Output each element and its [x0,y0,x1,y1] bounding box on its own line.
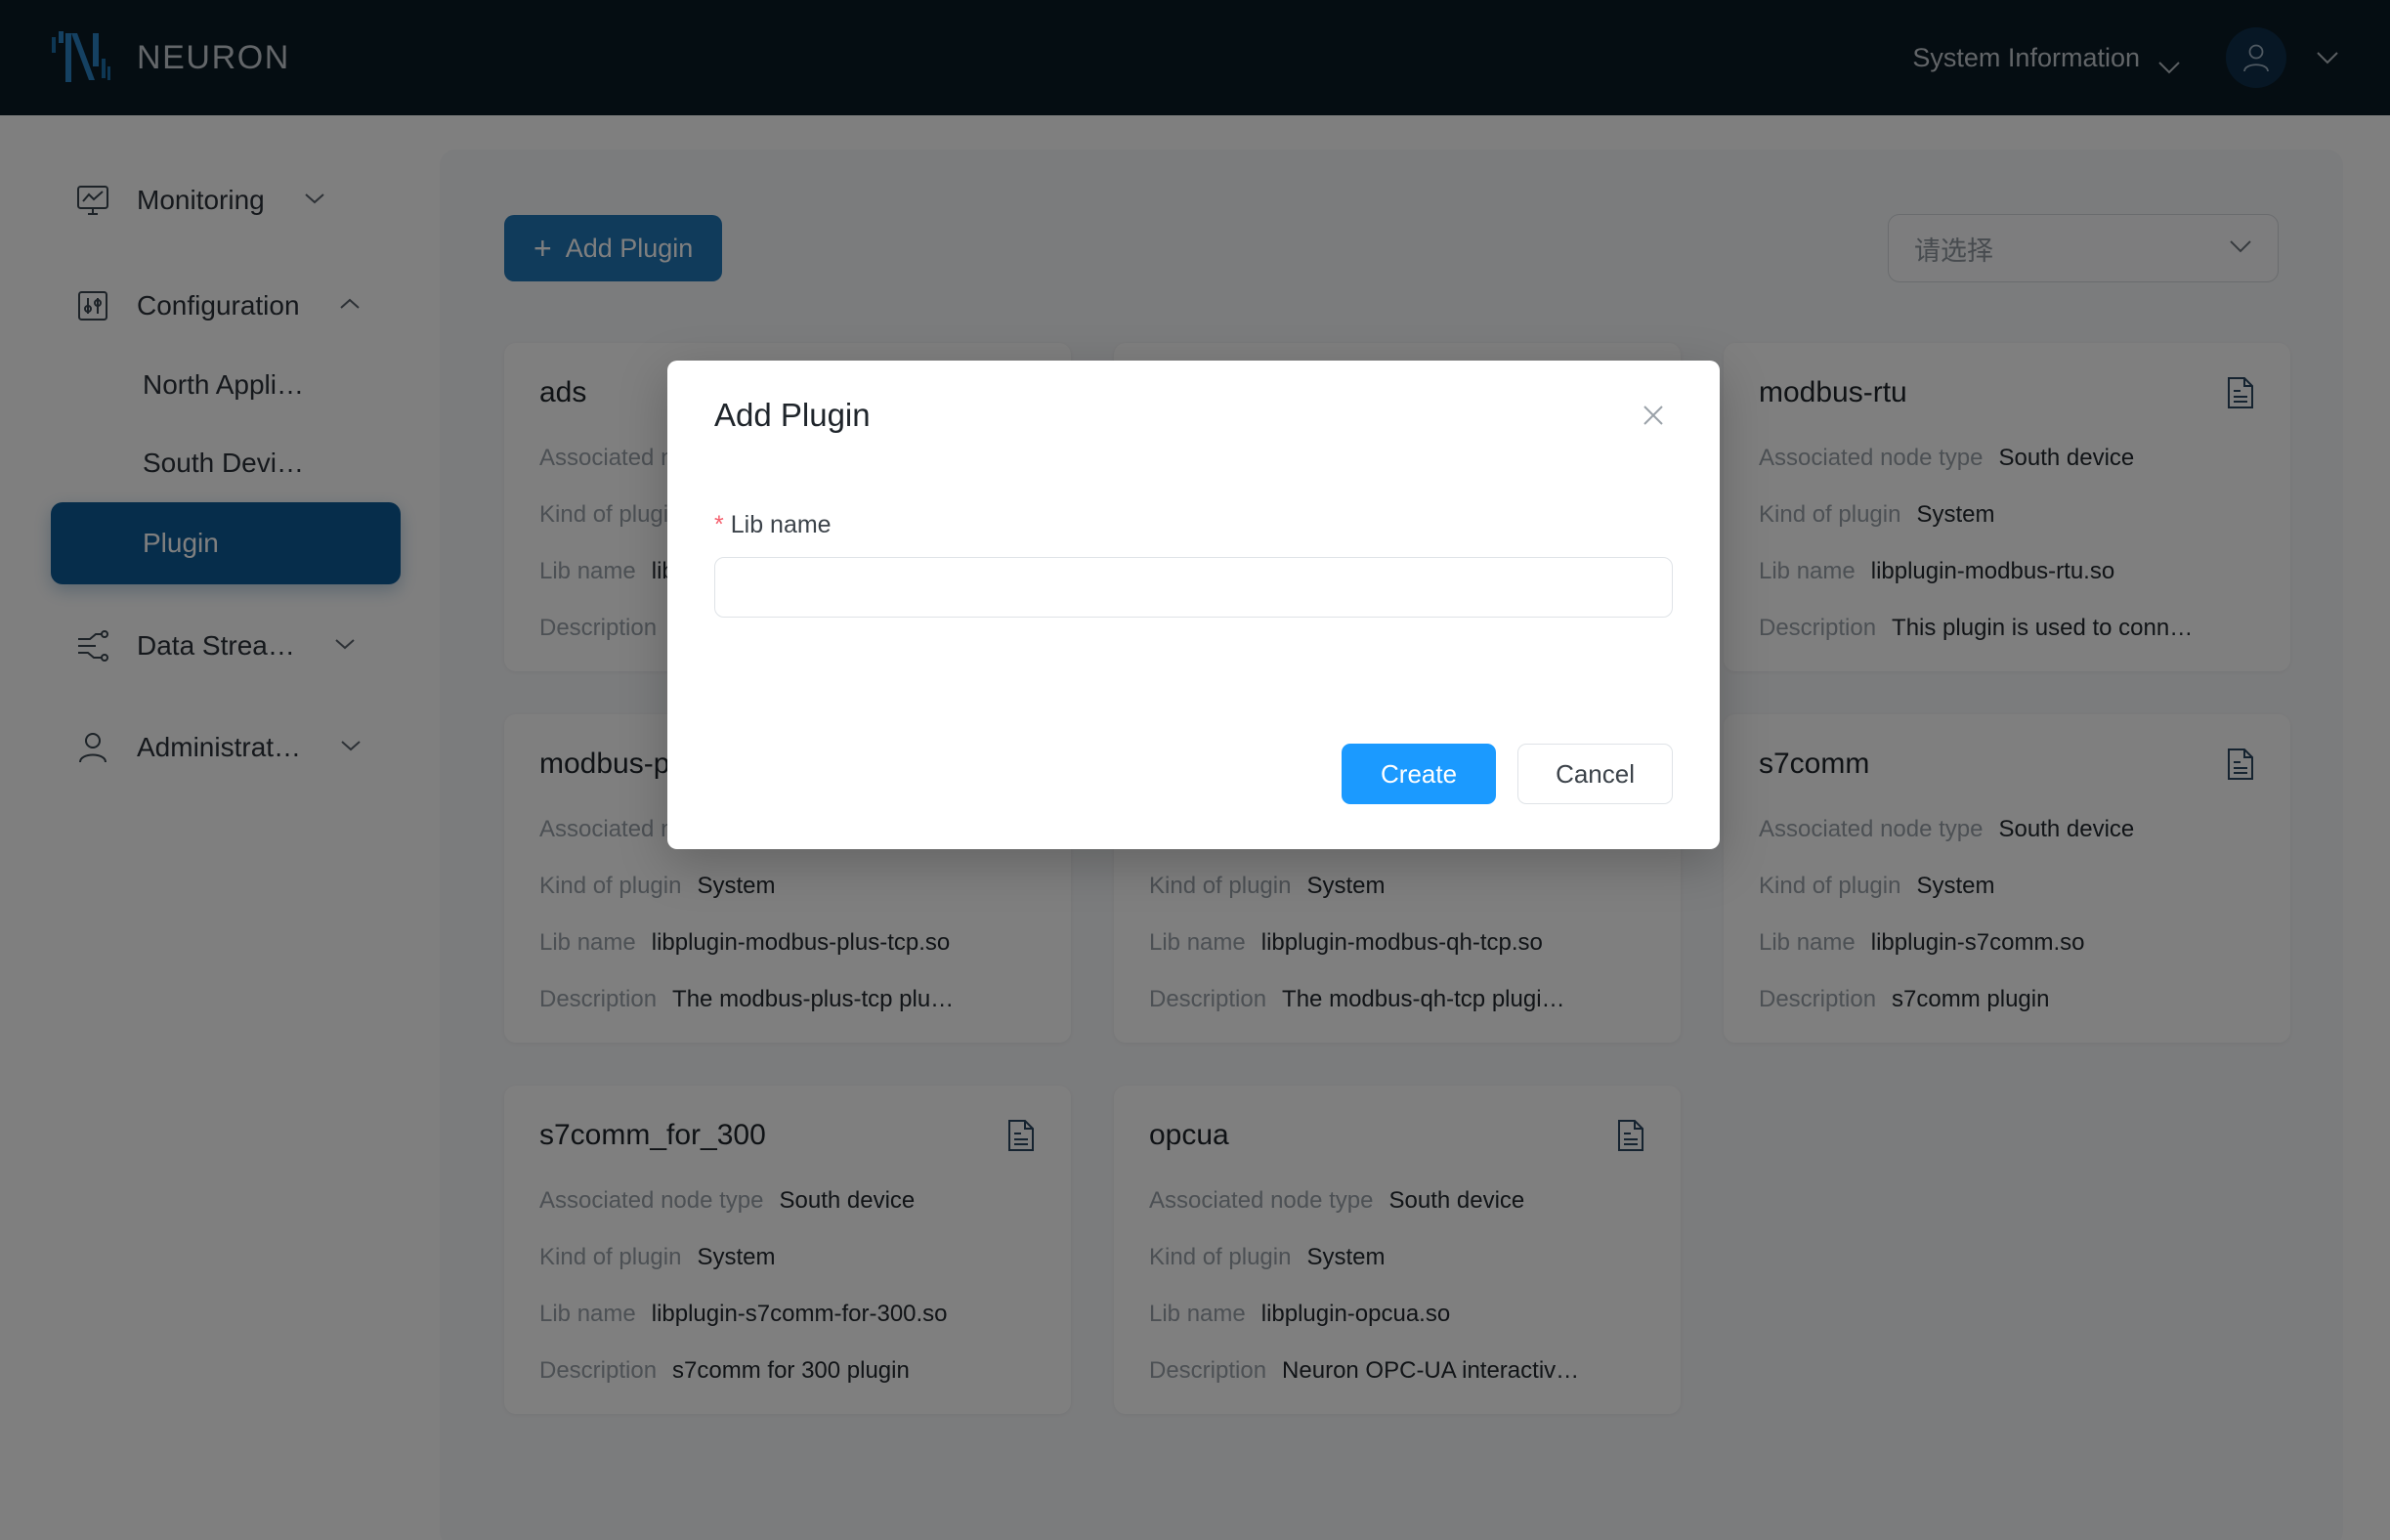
close-icon[interactable] [1634,396,1673,435]
lib-name-label: * Lib name [714,511,1673,539]
required-asterisk: * [714,511,724,538]
lib-name-label-text: Lib name [730,511,832,538]
cancel-button[interactable]: Cancel [1517,744,1673,804]
add-plugin-dialog: Add Plugin * Lib name Create Cancel [667,361,1720,849]
lib-name-input[interactable] [714,557,1673,618]
app-root: NEURON System Information [0,0,2390,1540]
dialog-body: * Lib name [714,470,1673,618]
dialog-title: Add Plugin [714,397,871,433]
dialog-footer: Create Cancel [1342,744,1673,804]
dialog-header: Add Plugin [714,361,1673,470]
create-button[interactable]: Create [1342,744,1497,804]
